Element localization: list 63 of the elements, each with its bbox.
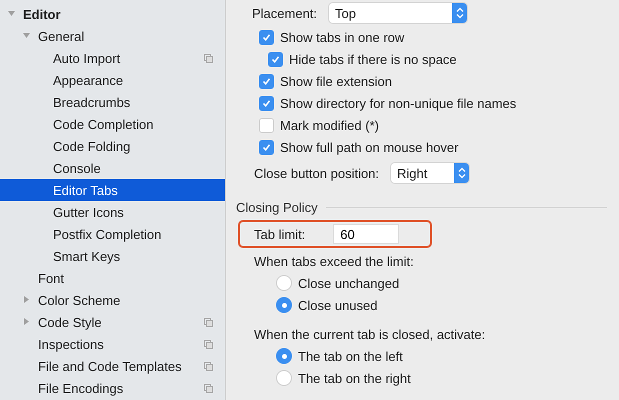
radio-label: Close unused [298,298,378,312]
checkbox-label: Show full path on mouse hover [280,140,458,154]
checkbox[interactable] [259,140,274,154]
checkbox[interactable] [268,52,283,66]
tree-item[interactable]: Editor Tabs [0,179,225,201]
checkbox-label: Show tabs in one row [280,30,404,44]
radio-button[interactable] [276,348,292,364]
radio-button[interactable] [276,275,292,291]
tree-item[interactable]: Font [0,267,225,289]
tree-item[interactable]: File Encodings [0,377,225,399]
radio-button[interactable] [276,370,292,386]
field-label: Tab limit: [254,226,306,242]
checkbox[interactable] [259,30,274,44]
checkbox[interactable] [259,74,274,88]
tree-item[interactable]: Auto Import [0,47,225,69]
field-label: Placement: [252,6,318,20]
tree-item[interactable]: General [0,25,225,47]
tree-item[interactable]: File and Code Templates [0,355,225,377]
tab-limit-field[interactable]: 60 [333,224,400,244]
radio-button[interactable] [276,297,292,313]
radio-label: Close unchanged [298,276,400,290]
tree-item[interactable]: Appearance [0,69,225,91]
updown-icon [456,7,464,19]
tree-item[interactable]: Code Folding [0,135,225,157]
checkbox-label: Show file extension [280,74,392,88]
tree-item[interactable]: Console [0,157,225,179]
close-button-select[interactable]: Right [391,163,470,183]
checkbox[interactable] [259,96,274,110]
tree-item[interactable]: Postfix Completion [0,223,225,245]
group-label: When tabs exceed the limit: [254,253,415,271]
checkbox[interactable] [259,118,274,132]
tree-item[interactable]: Color Scheme [0,289,225,311]
copy-icon [204,384,213,392]
check-icon [262,32,271,42]
check-icon [262,98,271,108]
checkbox-label: Mark modified (*) [280,118,379,132]
updown-icon [458,167,466,179]
expanded-arrow-icon[interactable] [8,10,15,17]
tree-item[interactable]: Inspections [0,333,225,355]
field-label: Close button position: [254,166,380,180]
expanded-arrow-icon[interactable] [23,32,30,39]
check-icon [262,142,271,152]
copy-icon [204,54,213,62]
collapsed-arrow-icon[interactable] [23,318,30,325]
tree-item[interactable]: Breadcrumbs [0,91,225,113]
placement-select[interactable]: Top [329,3,468,23]
copy-icon [204,362,213,370]
radio-label: The tab on the left [298,348,403,364]
tree-item[interactable]: Gutter Icons [0,201,225,223]
checkbox-label: Show directory for non-unique file names [280,96,516,110]
radio-label: The tab on the right [298,370,411,386]
checkbox-label: Hide tabs if there is no space [289,52,457,66]
check-icon [271,54,280,64]
tree-item[interactable]: Smart Keys [0,245,225,267]
collapsed-arrow-icon[interactable] [23,296,30,303]
section-title: Closing Policy [236,200,318,214]
tree-item[interactable]: Editor [0,3,225,25]
group-label: When the current tab is closed, activate: [254,326,486,344]
tree-item[interactable]: Code Style [0,311,225,333]
check-icon [262,76,271,86]
tree-item[interactable]: Code Completion [0,113,225,135]
copy-icon [204,340,213,348]
copy-icon [204,318,213,326]
